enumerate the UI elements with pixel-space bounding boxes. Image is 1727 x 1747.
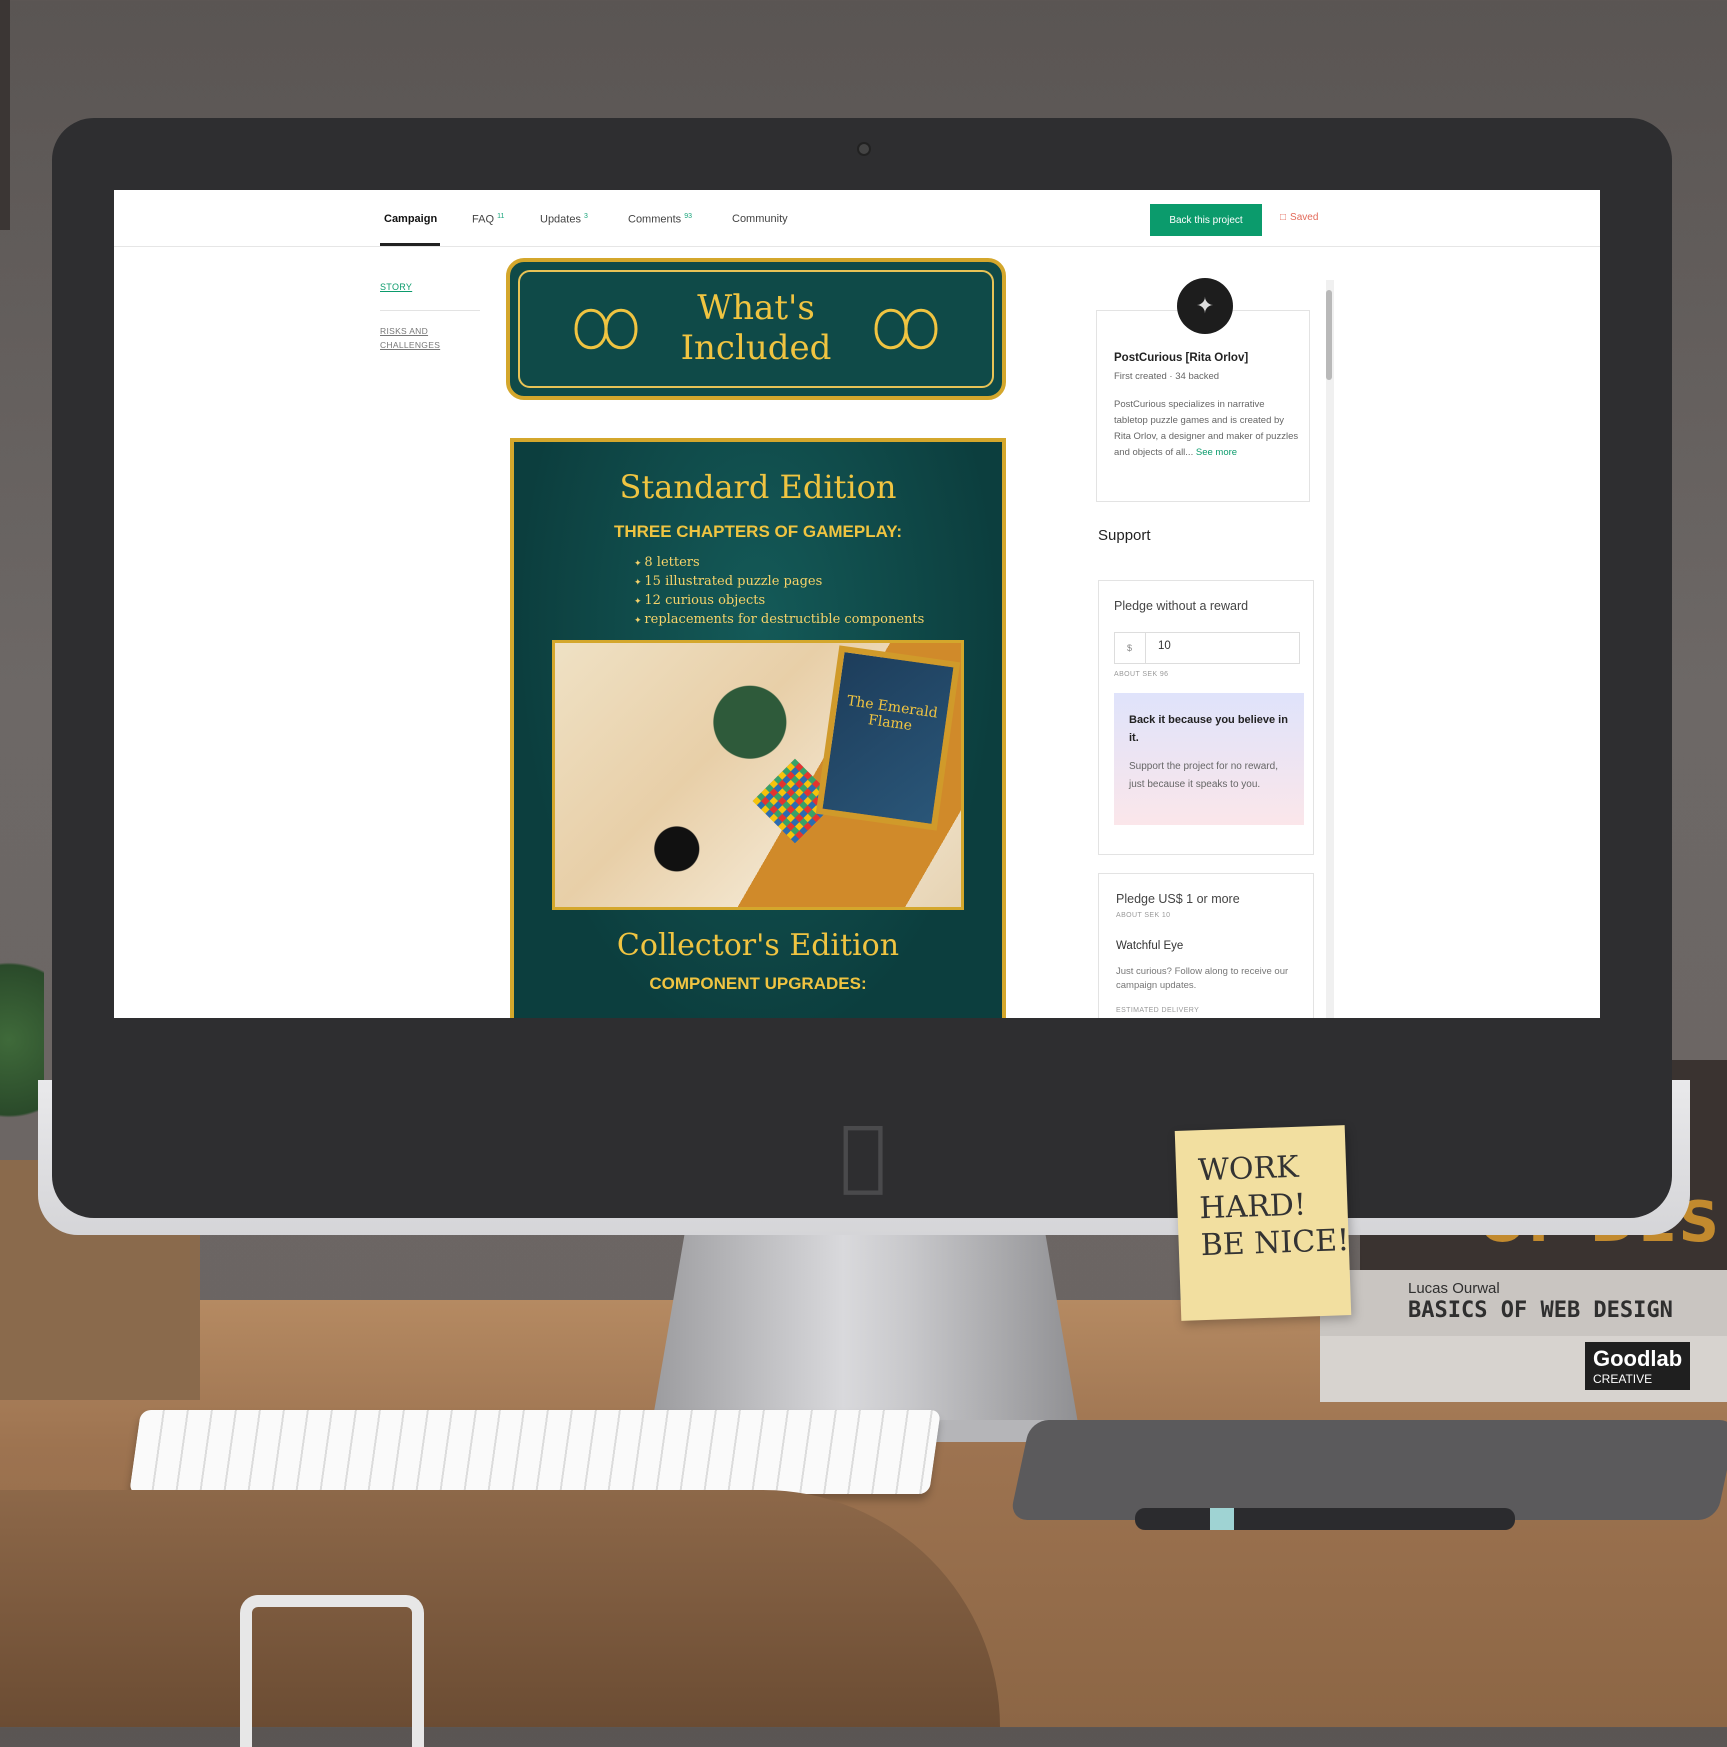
stylus-pen (1135, 1508, 1515, 1530)
saved-label: Saved (1290, 212, 1319, 223)
creator-avatar[interactable]: ✦ (1177, 278, 1233, 334)
bookmark-icon: □ (1280, 212, 1287, 223)
sidebar-item-risks[interactable]: RISKS AND CHALLENGES (380, 324, 470, 352)
sidebar-scrollbar[interactable] (1326, 280, 1334, 1018)
chair-back (0, 1490, 1000, 1727)
camera-icon (857, 142, 871, 156)
reward-name: Watchful Eye (1116, 940, 1184, 952)
tab-comments-label: Comments (628, 213, 682, 226)
book-bottom: Goodlab CREATIVE (1320, 1336, 1727, 1402)
collectors-edition-title: Collector's Edition (616, 928, 900, 963)
tab-updates-label: Updates (540, 213, 581, 226)
upgrades-heading: COMPONENT UPGRADES: (649, 974, 867, 993)
tab-updates[interactable]: Updates 3 (540, 213, 588, 226)
whats-included-banner: What's Included (506, 258, 1006, 400)
tab-updates-count: 3 (584, 213, 588, 220)
sticky-line-3: BE NICE! (1200, 1223, 1350, 1264)
project-nav: Campaign FAQ 11 Updates 3 Comments 93 Co… (114, 190, 1600, 247)
goodlab-logo: Goodlab CREATIVE (1585, 1342, 1691, 1390)
sidebar-item-story[interactable]: STORY (380, 282, 412, 292)
tab-faq-label: FAQ (472, 213, 495, 226)
stylus-band (1210, 1508, 1234, 1530)
drawing-tablet (1009, 1420, 1727, 1520)
sticky-note: WORK HARD! BE NICE! (1174, 1125, 1352, 1321)
sticky-line-1: WORK (1197, 1149, 1300, 1189)
book-author: Lucas Ourwal (1408, 1280, 1500, 1297)
ornament-right-icon (874, 308, 938, 350)
currency-label: $ (1114, 632, 1146, 664)
reward-description: Just curious? Follow along to receive ou… (1116, 966, 1289, 991)
pledge-no-reward-title: Pledge without a reward (1114, 599, 1249, 613)
reward-title: Pledge US$ 1 or more (1116, 892, 1240, 906)
book-middle: Lucas Ourwal BASICS OF WEB DESIGN (1320, 1270, 1727, 1336)
sticky-line-2: HARD! (1198, 1187, 1307, 1226)
reward-conversion: ABOUT SEK 10 (1116, 912, 1171, 919)
emerald-flame-book: The Emerald Flame (815, 645, 961, 831)
book-title: BASICS OF WEB DESIGN (1408, 1298, 1673, 1323)
scrollbar-thumb[interactable] (1326, 290, 1332, 380)
chair-handle (240, 1595, 424, 1747)
keyboard (129, 1410, 941, 1494)
components-photo: The Emerald Flame (552, 640, 964, 910)
list-item: 8 letters (634, 554, 924, 573)
list-item: replacements for destructible components (634, 611, 924, 630)
back-project-button[interactable]: Back this project (1150, 204, 1262, 236)
brand-sub: CREATIVE (1593, 1372, 1653, 1386)
tab-community-label: Community (732, 213, 788, 225)
sidebar-divider (380, 310, 480, 311)
monitor-stand (650, 1235, 1080, 1435)
edition-poster: Standard Edition THREE CHAPTERS OF GAMEP… (510, 438, 1006, 1018)
apple-logo-icon:  (832, 1116, 894, 1194)
browser-screen: Campaign FAQ 11 Updates 3 Comments 93 Co… (114, 190, 1600, 1018)
tab-comments-count: 93 (684, 213, 693, 220)
see-more-link[interactable]: See more (1196, 447, 1237, 458)
creator-bio: PostCurious specializes in narrative tab… (1114, 397, 1300, 461)
conversion-note: ABOUT SEK 96 (1114, 671, 1169, 678)
promo-body: Support the project for no reward, just … (1129, 761, 1278, 790)
support-heading: Support (1098, 527, 1151, 544)
active-tab-indicator (380, 243, 440, 246)
tab-faq[interactable]: FAQ 11 (472, 213, 504, 226)
tab-campaign[interactable]: Campaign (384, 213, 437, 225)
edition-contents-list: 8 letters 15 illustrated puzzle pages 12… (634, 554, 924, 630)
standard-edition-title: Standard Edition (619, 468, 897, 506)
reward-delivery-label: ESTIMATED DELIVERY (1116, 1007, 1200, 1014)
amount-input[interactable]: 10 (1158, 640, 1171, 652)
saved-button[interactable]: □ Saved (1280, 212, 1318, 223)
list-item: 12 curious objects (634, 592, 924, 611)
brand-name: Goodlab (1593, 1346, 1683, 1371)
promo-title: Back it because you believe in it. (1129, 714, 1288, 744)
creator-meta: First created · 34 backed (1114, 371, 1220, 382)
list-item: 15 illustrated puzzle pages (634, 573, 924, 592)
creator-name[interactable]: PostCurious [Rita Orlov] (1114, 352, 1248, 364)
gameplay-heading: THREE CHAPTERS OF GAMEPLAY: (613, 522, 903, 541)
tab-campaign-label: Campaign (384, 213, 438, 225)
tab-community[interactable]: Community (732, 213, 788, 225)
wall-shadow (0, 0, 10, 230)
tab-comments[interactable]: Comments 93 (628, 213, 692, 226)
tab-faq-count: 11 (497, 213, 505, 220)
